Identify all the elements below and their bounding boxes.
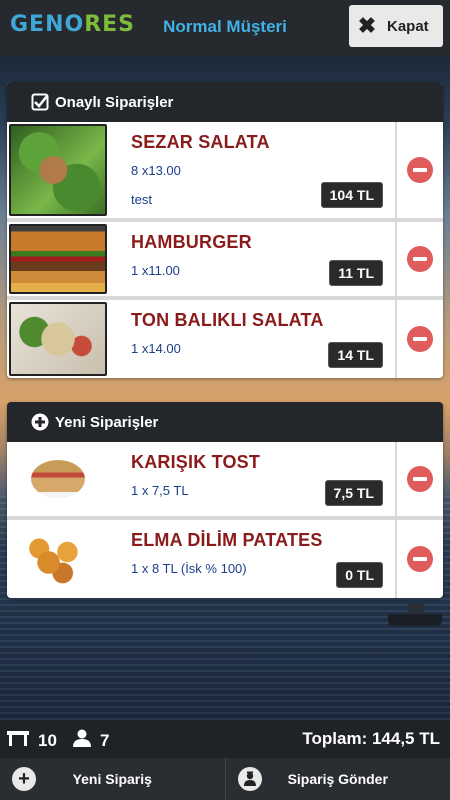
order-row[interactable]: TON BALIKLI SALATA 1 x14.00 14 TL	[7, 300, 443, 378]
approved-orders-title: Onaylı Siparişler	[55, 93, 174, 111]
close-button-label: Kapat	[387, 17, 429, 35]
new-orders-header: Yeni Siparişler	[7, 402, 443, 442]
remove-item-icon[interactable]	[407, 157, 433, 183]
order-row[interactable]: SEZAR SALATA 8 x13.00 test 104 TL	[7, 122, 443, 222]
remove-item-icon[interactable]	[407, 546, 433, 572]
table-icon	[6, 728, 30, 753]
table-number: 10	[38, 730, 57, 750]
order-row[interactable]: KARIŞIK TOST 1 x 7,5 TL 7,5 TL	[7, 442, 443, 520]
waiter-icon	[237, 767, 262, 791]
item-quantity: 8 x13.00	[131, 163, 181, 178]
checkbox-checked-icon	[31, 93, 49, 111]
status-bar: 10 7 Toplam: 144,5 TL	[0, 720, 450, 758]
close-button[interactable]: ✖ Kapat	[349, 5, 443, 47]
send-order-label: Sipariş Gönder	[287, 771, 388, 787]
table-info: 10	[6, 728, 57, 753]
item-name: KARIŞIK TOST	[131, 452, 261, 472]
item-name: HAMBURGER	[131, 232, 252, 252]
item-price-badge: 11 TL	[329, 260, 383, 286]
new-orders-panel: Yeni Siparişler KARIŞIK TOST 1 x 7,5 TL …	[7, 402, 443, 598]
order-row[interactable]: HAMBURGER 1 x11.00 11 TL	[7, 222, 443, 300]
caesar-salad-image	[9, 124, 107, 216]
order-row[interactable]: ELMA DİLİM PATATES 1 x 8 TL (İsk % 100) …	[7, 520, 443, 598]
approved-orders-panel: Onaylı Siparişler SEZAR SALATA 8 x13.00 …	[7, 82, 443, 378]
item-price-badge: 7,5 TL	[324, 480, 383, 506]
plus-icon: +	[12, 767, 36, 791]
guest-info: 7	[72, 728, 109, 753]
boat	[388, 604, 442, 626]
tuna-salad-image	[9, 302, 107, 376]
remove-item-icon[interactable]	[407, 466, 433, 492]
hamburger-image	[9, 224, 107, 294]
item-name: ELMA DİLİM PATATES	[131, 530, 323, 550]
app-header: GENORES Normal Müşteri ✖ Kapat	[0, 0, 450, 56]
new-order-label: Yeni Sipariş	[72, 771, 152, 787]
potato-wedges-image	[9, 522, 107, 596]
item-price-badge: 104 TL	[320, 182, 383, 208]
remove-item-icon[interactable]	[407, 246, 433, 272]
item-price-badge: 14 TL	[328, 342, 383, 368]
order-total: Toplam: 144,5 TL	[302, 729, 440, 748]
new-orders-title: Yeni Siparişler	[55, 413, 159, 431]
item-name: SEZAR SALATA	[131, 132, 270, 152]
item-price-badge: 0 TL	[336, 562, 383, 588]
bottom-toolbar: + Yeni Sipariş Sipariş Gönder	[0, 758, 450, 800]
user-icon	[72, 728, 92, 753]
item-name: TON BALIKLI SALATA	[131, 310, 324, 330]
send-order-button[interactable]: Sipariş Gönder	[224, 758, 450, 800]
close-icon: ✖	[357, 13, 377, 38]
approved-orders-header: Onaylı Siparişler	[7, 82, 443, 122]
mixed-toast-image	[9, 444, 107, 514]
remove-item-icon[interactable]	[407, 326, 433, 352]
guest-count: 7	[100, 730, 110, 750]
plus-circle-icon	[31, 413, 49, 431]
new-order-button[interactable]: + Yeni Sipariş	[0, 758, 225, 800]
